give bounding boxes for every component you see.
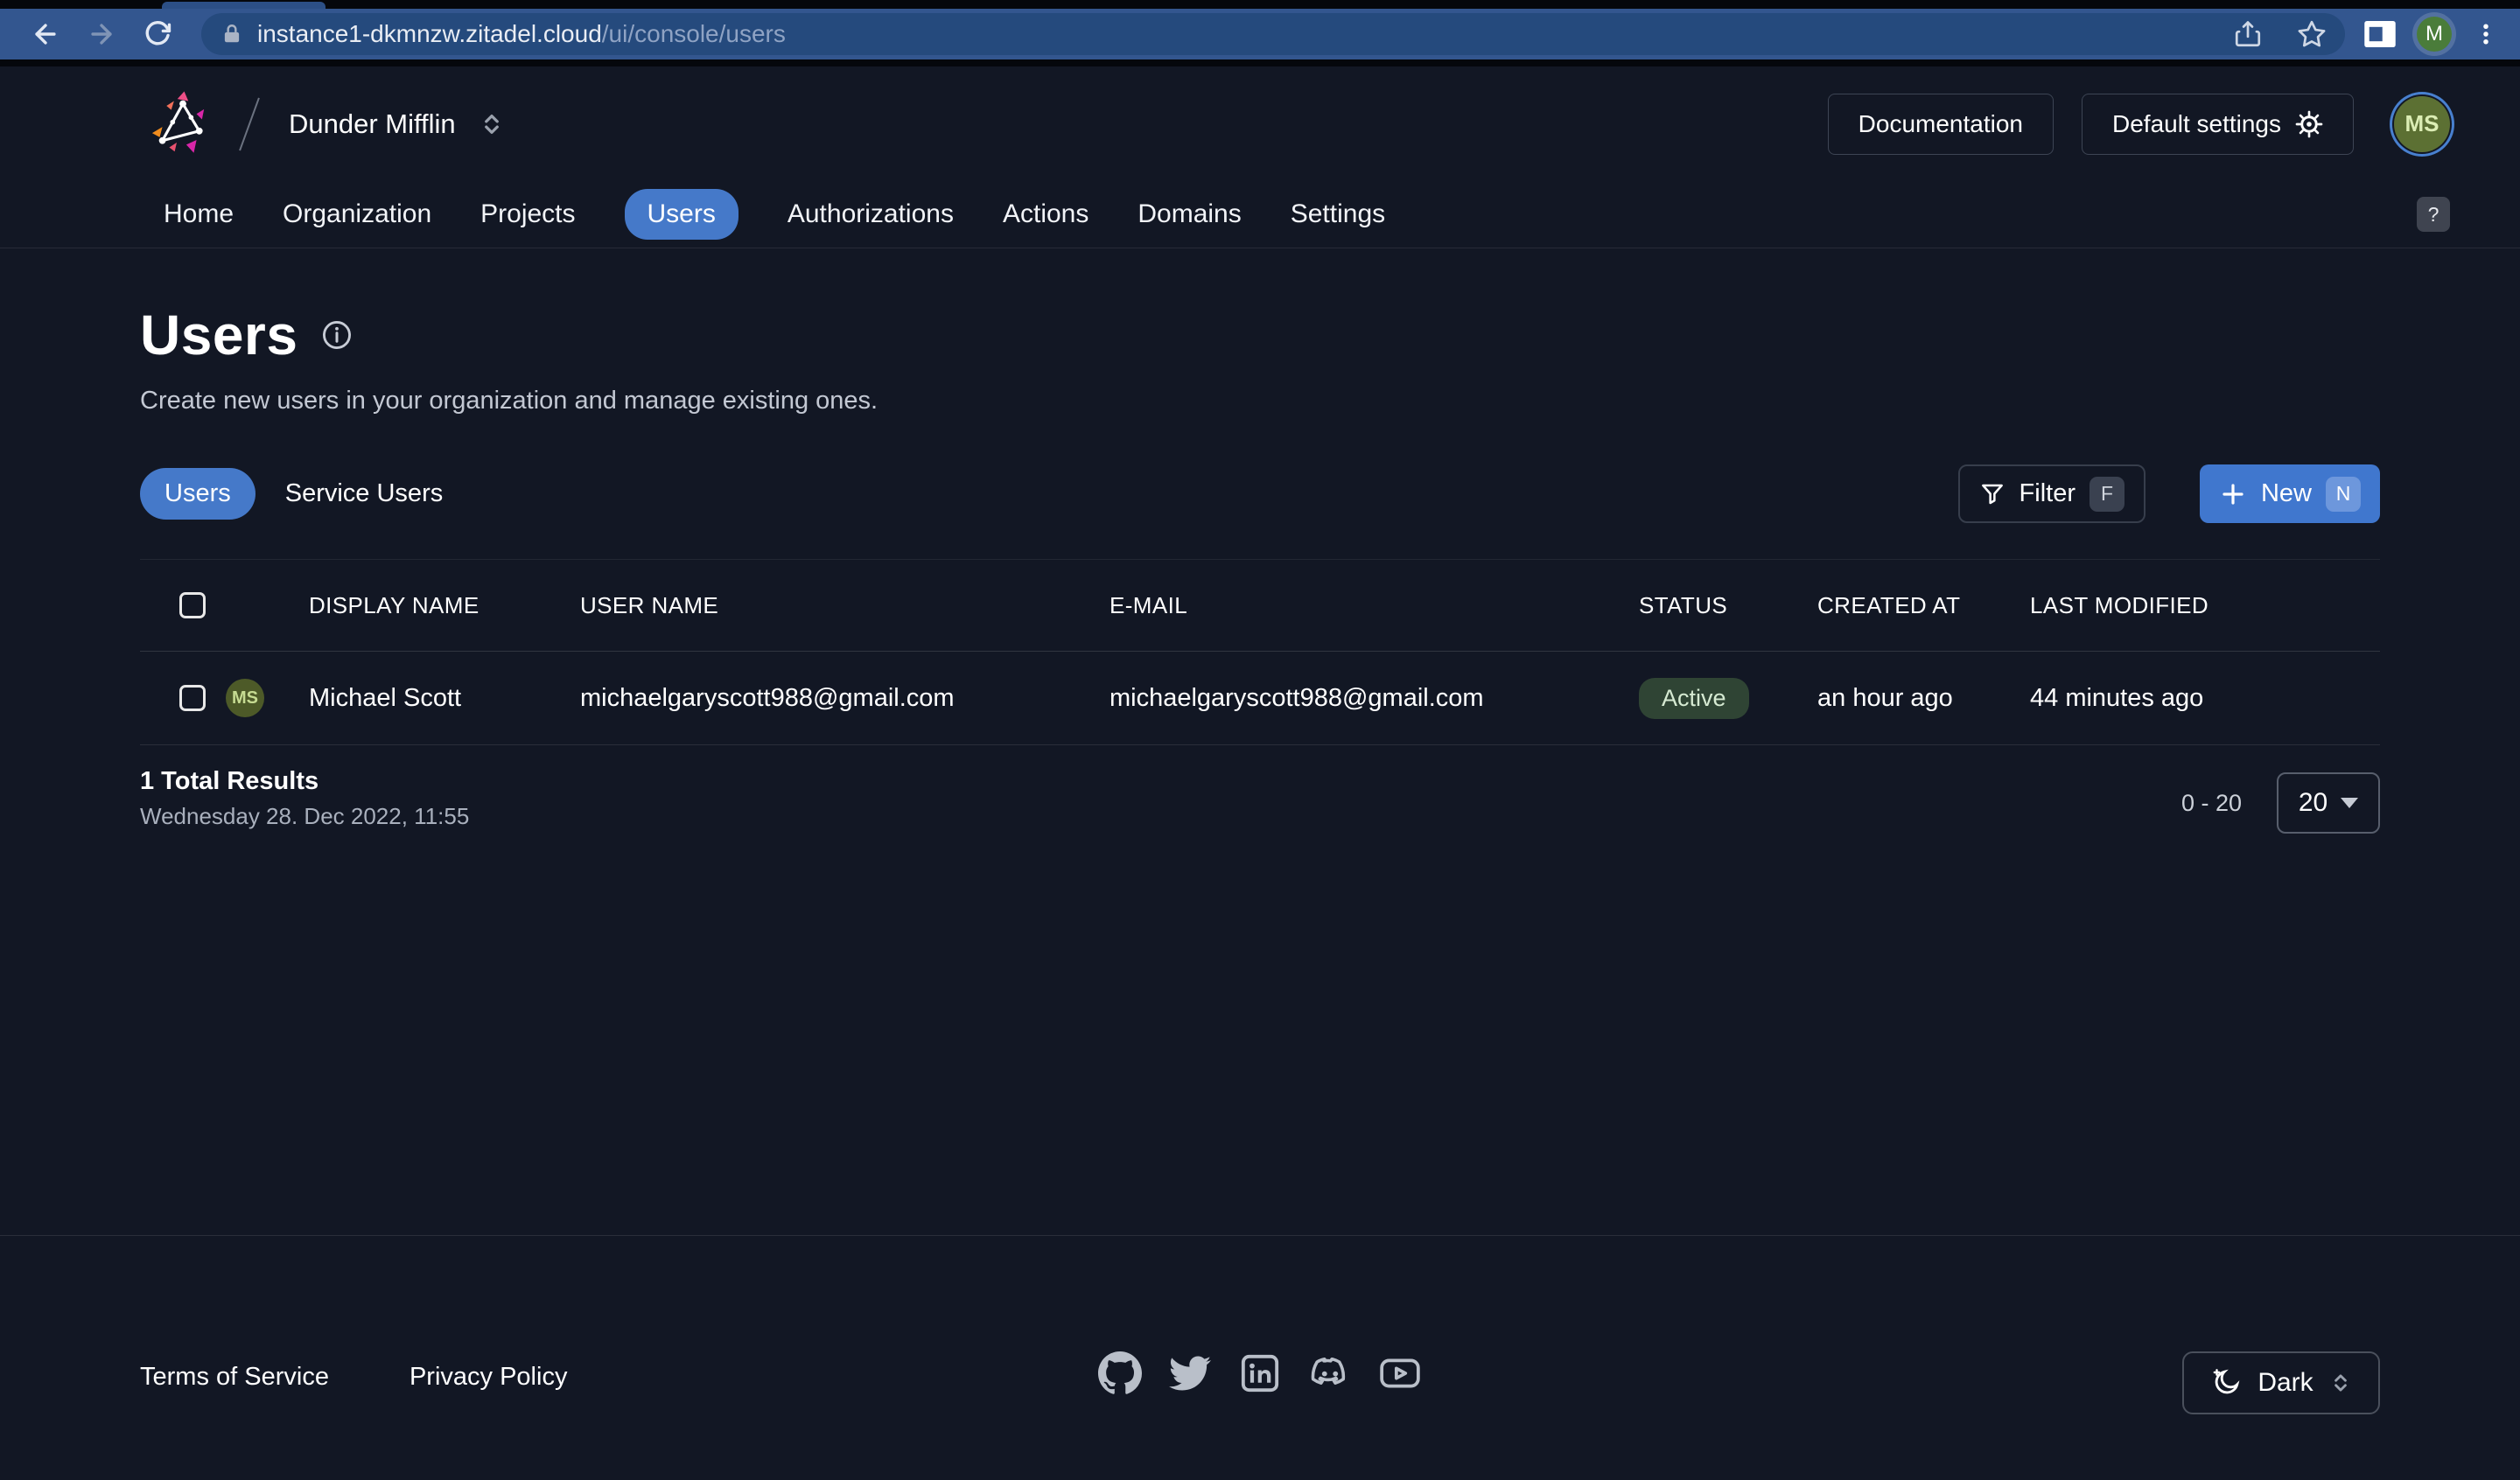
user-avatar[interactable]: MS <box>2394 96 2450 152</box>
youtube-icon[interactable] <box>1378 1351 1422 1395</box>
theme-select[interactable]: Dark <box>2182 1351 2380 1414</box>
browser-chrome: instance1-dkmnzw.zitadel.cloud/ui/consol… <box>0 0 2520 66</box>
select-all-checkbox[interactable] <box>179 592 206 618</box>
nav-item-actions[interactable]: Actions <box>1003 189 1088 240</box>
moon-icon <box>2210 1367 2242 1399</box>
tab-users[interactable]: Users <box>140 468 256 520</box>
column-user-name: USER NAME <box>580 592 1110 619</box>
table-header-row: DISPLAY NAME USER NAME E-MAIL STATUS CRE… <box>140 560 2380 652</box>
page-description: Create new users in your organization an… <box>140 387 2380 415</box>
help-button[interactable]: ? <box>2417 197 2450 232</box>
nav-item-projects[interactable]: Projects <box>480 189 575 240</box>
main-nav: Home Organization Projects Users Authori… <box>0 181 2520 248</box>
browser-tab-strip <box>0 0 2520 9</box>
url-text: instance1-dkmnzw.zitadel.cloud/ui/consol… <box>257 20 786 48</box>
url-domain: instance1-dkmnzw.zitadel.cloud <box>257 20 602 47</box>
page-size-select[interactable]: 20 <box>2277 772 2380 834</box>
theme-label: Dark <box>2258 1368 2313 1398</box>
column-email: E-MAIL <box>1110 592 1639 619</box>
side-panel-icon[interactable] <box>2364 21 2396 47</box>
app-header: Dunder Mifflin Documentation Default set… <box>0 66 2520 248</box>
default-settings-button[interactable]: Default settings <box>2082 94 2354 155</box>
info-icon[interactable] <box>320 318 354 352</box>
cell-user-name: michaelgaryscott988@gmail.com <box>580 684 1110 713</box>
reload-button[interactable] <box>133 13 182 55</box>
bookmark-star-icon[interactable] <box>2296 18 2328 50</box>
results-timestamp: Wednesday 28. Dec 2022, 11:55 <box>140 803 469 830</box>
cell-last-modified: 44 minutes ago <box>2030 684 2380 713</box>
column-last-modified: LAST MODIFIED <box>2030 592 2380 619</box>
column-created-at: CREATED AT <box>1817 592 2030 619</box>
new-shortcut-badge: N <box>2326 477 2361 512</box>
share-icon[interactable] <box>2233 19 2263 49</box>
page-size-value: 20 <box>2299 788 2328 818</box>
forward-arrow-icon <box>87 19 116 49</box>
social-links <box>1098 1351 1422 1395</box>
new-button[interactable]: New N <box>2200 464 2380 523</box>
main-content: Users Create new users in your organizat… <box>0 248 2520 1235</box>
twitter-icon[interactable] <box>1168 1351 1212 1395</box>
users-table: DISPLAY NAME USER NAME E-MAIL STATUS CRE… <box>140 559 2380 745</box>
chrome-divider <box>0 59 2520 66</box>
cell-created-at: an hour ago <box>1817 684 2030 713</box>
forward-button[interactable] <box>77 13 126 55</box>
lock-icon <box>220 23 243 45</box>
nav-item-organization[interactable]: Organization <box>283 189 431 240</box>
filter-button[interactable]: Filter F <box>1958 464 2146 523</box>
nav-item-users[interactable]: Users <box>625 189 738 240</box>
reload-icon <box>143 19 172 49</box>
tab-service-users[interactable]: Service Users <box>285 468 444 520</box>
nav-item-authorizations[interactable]: Authorizations <box>788 189 954 240</box>
privacy-policy-link[interactable]: Privacy Policy <box>410 1363 568 1392</box>
filter-label: Filter <box>2020 479 2076 508</box>
cell-display-name: Michael Scott <box>309 684 461 713</box>
default-settings-label: Default settings <box>2112 110 2281 138</box>
linkedin-icon[interactable] <box>1238 1351 1282 1395</box>
column-status: STATUS <box>1639 592 1817 619</box>
table-row[interactable]: MS Michael Scott michaelgaryscott988@gma… <box>140 652 2380 745</box>
nav-item-settings[interactable]: Settings <box>1291 189 1385 240</box>
new-label: New <box>2261 479 2312 508</box>
plus-icon <box>2219 480 2247 508</box>
chevron-down-icon <box>2341 798 2358 808</box>
filter-shortcut-badge: F <box>2090 477 2124 512</box>
total-results: 1 Total Results <box>140 767 469 796</box>
discord-icon[interactable] <box>1308 1351 1352 1395</box>
column-display-name: DISPLAY NAME <box>224 592 580 619</box>
row-checkbox[interactable] <box>179 685 206 711</box>
page-title: Users <box>140 303 298 367</box>
github-icon[interactable] <box>1098 1351 1142 1395</box>
back-arrow-icon <box>31 19 60 49</box>
footer: Terms of Service Privacy Policy Dark <box>0 1235 2520 1480</box>
documentation-button[interactable]: Documentation <box>1828 94 2054 155</box>
row-avatar: MS <box>226 679 264 717</box>
status-badge: Active <box>1639 678 1749 719</box>
documentation-label: Documentation <box>1858 110 2023 138</box>
nav-item-home[interactable]: Home <box>164 189 234 240</box>
browser-menu-icon[interactable] <box>2473 19 2499 49</box>
theme-unfold-icon <box>2329 1370 2352 1396</box>
org-switcher-icon[interactable] <box>479 109 505 139</box>
url-bar[interactable]: instance1-dkmnzw.zitadel.cloud/ui/consol… <box>201 13 2345 55</box>
page-range: 0 - 20 <box>2181 790 2242 817</box>
terms-of-service-link[interactable]: Terms of Service <box>140 1363 329 1392</box>
gear-icon <box>2295 110 2323 138</box>
cell-email: michaelgaryscott988@gmail.com <box>1110 684 1639 713</box>
filter-funnel-icon <box>1979 481 2006 507</box>
nav-item-domains[interactable]: Domains <box>1138 189 1241 240</box>
org-name: Dunder Mifflin <box>289 108 456 140</box>
breadcrumb-slash <box>239 97 260 150</box>
browser-toolbar: instance1-dkmnzw.zitadel.cloud/ui/consol… <box>0 9 2520 59</box>
url-path: /ui/console/users <box>602 20 786 47</box>
pagination: 1 Total Results Wednesday 28. Dec 2022, … <box>140 767 2380 834</box>
zitadel-logo[interactable] <box>149 90 217 158</box>
browser-profile-avatar[interactable]: M <box>2417 17 2452 52</box>
back-button[interactable] <box>21 13 70 55</box>
browser-active-tab[interactable] <box>162 2 326 9</box>
